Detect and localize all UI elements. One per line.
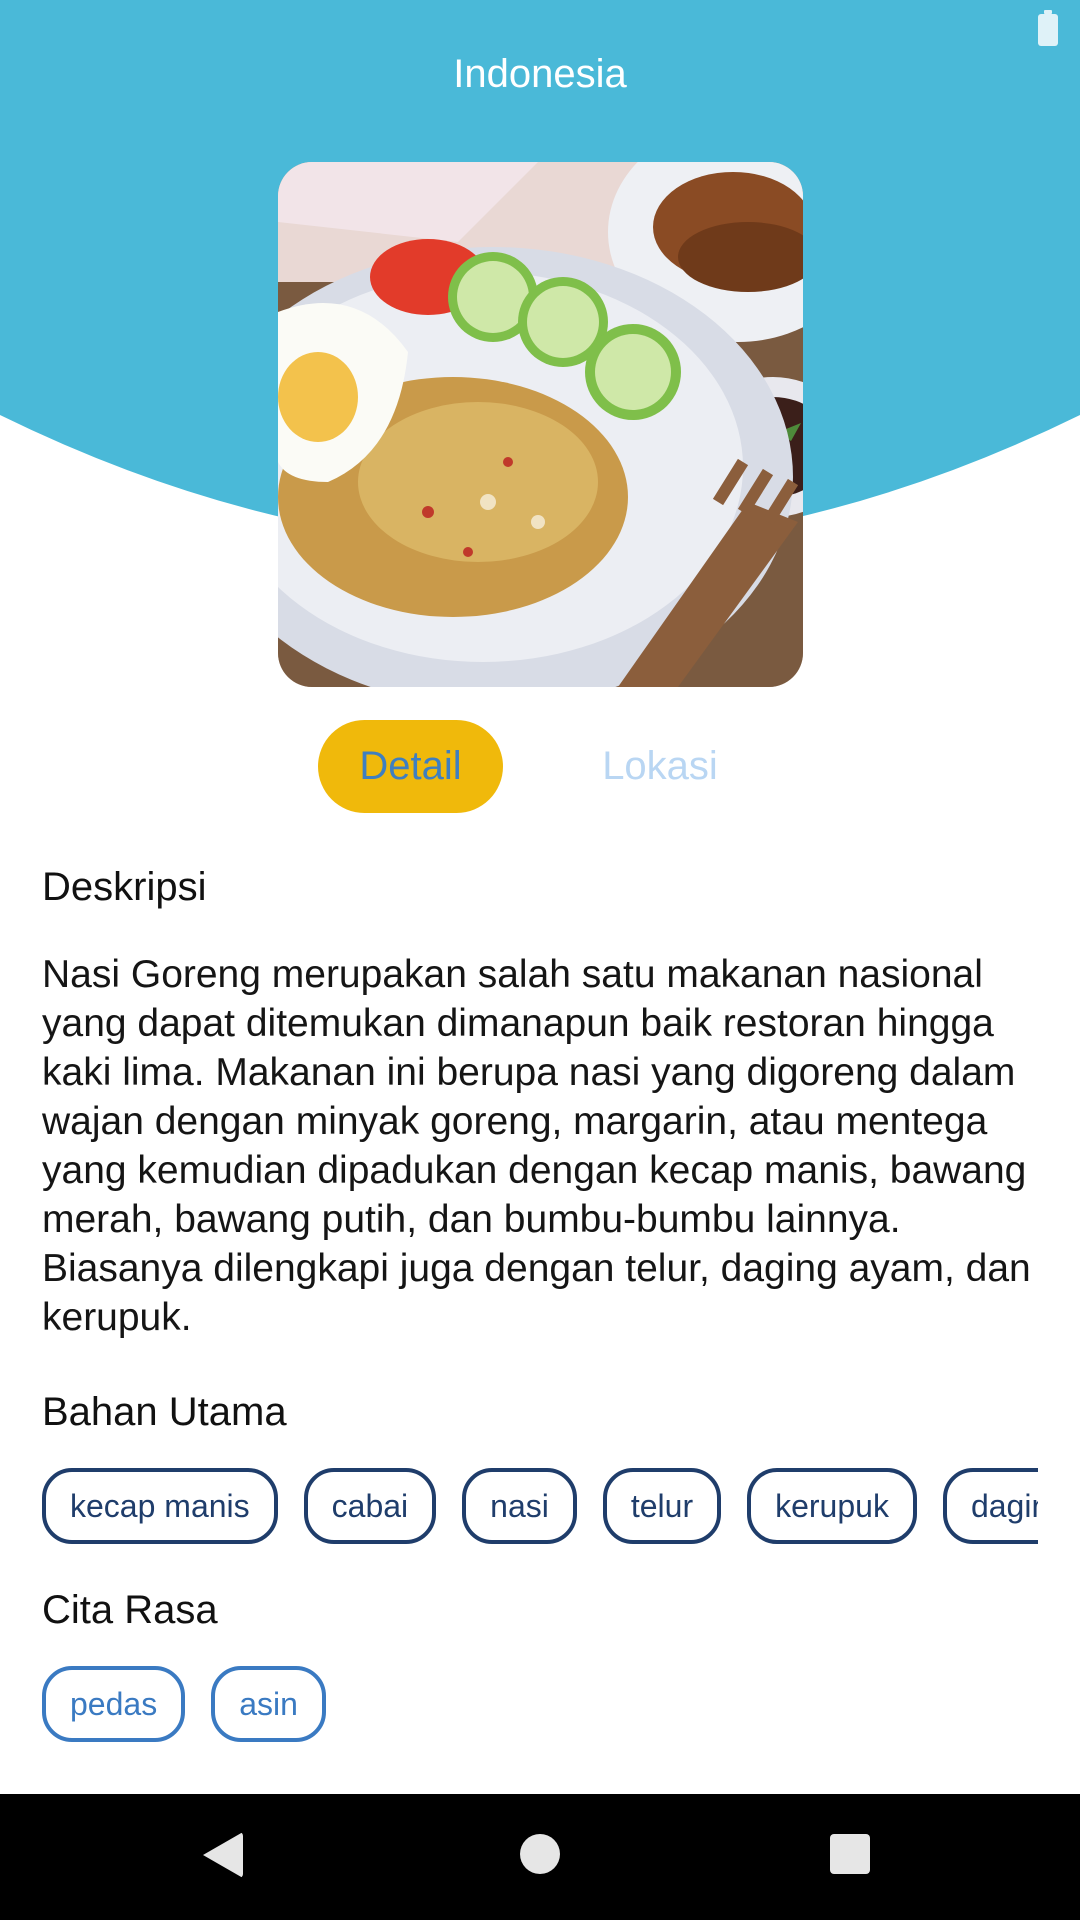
tab-lokasi[interactable]: Lokasi xyxy=(580,720,740,813)
detail-screen: Indonesia Detail Lokasi Deskripsi Nasi G… xyxy=(0,0,1080,1920)
back-icon[interactable] xyxy=(203,1832,243,1878)
ingredients-heading: Bahan Utama xyxy=(42,1390,287,1434)
status-bar xyxy=(0,0,1080,60)
food-image xyxy=(278,162,803,687)
description-heading: Deskripsi xyxy=(42,865,207,909)
page-title: Indonesia xyxy=(453,52,627,96)
home-icon[interactable] xyxy=(520,1834,560,1874)
ingredient-chip[interactable]: nasi xyxy=(462,1468,577,1544)
ingredients-chip-list[interactable]: kecap manis cabai nasi telur kerupuk dag… xyxy=(42,1468,1038,1548)
ingredient-chip[interactable]: kerupuk xyxy=(747,1468,917,1544)
flavors-chip-list: pedas asin xyxy=(42,1666,1038,1746)
ingredient-chip[interactable]: telur xyxy=(602,1468,722,1544)
tab-detail[interactable]: Detail xyxy=(318,720,503,813)
ingredient-chip[interactable]: kecap manis xyxy=(42,1468,278,1544)
flavor-chip[interactable]: asin xyxy=(211,1666,326,1742)
system-nav-bar xyxy=(0,1794,1080,1920)
flavors-heading: Cita Rasa xyxy=(42,1588,218,1632)
description-text: Nasi Goreng merupakan salah satu makanan… xyxy=(42,953,1031,1339)
battery-icon xyxy=(1038,10,1058,46)
flavor-chip[interactable]: pedas xyxy=(42,1666,186,1742)
recents-icon[interactable] xyxy=(830,1834,870,1874)
ingredient-chip[interactable]: daging ayam xyxy=(942,1468,1038,1544)
ingredient-chip[interactable]: cabai xyxy=(303,1468,437,1544)
